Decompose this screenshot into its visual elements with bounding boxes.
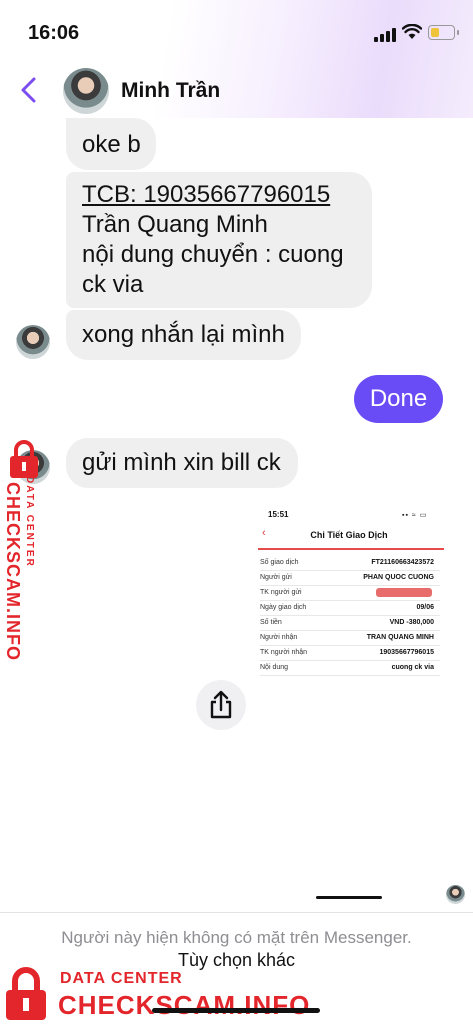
watermark-checkscam: CHECKSCAM.INFO <box>3 482 23 661</box>
receipt-divider <box>258 548 444 550</box>
receipt-row: Số tiền VND -380,000 <box>260 616 440 631</box>
share-button[interactable] <box>196 680 246 730</box>
status-time: 16:06 <box>28 22 80 44</box>
message-bubble[interactable]: xong nhắn lại mình <box>66 310 301 360</box>
message-text: gửi mình xin bill ck <box>82 449 281 476</box>
message-bubble-outgoing[interactable]: Done <box>354 375 443 423</box>
receipt-row: Số giao dịch FT21160663423572 <box>260 556 440 571</box>
message-bubble[interactable]: oke b <box>66 118 156 170</box>
battery-icon <box>428 25 459 40</box>
lock-icon <box>10 440 38 478</box>
message-text: nội dung chuyển : cuong <box>82 241 344 268</box>
receipt-row: Người nhận TRAN QUANG MINH <box>260 631 440 646</box>
avatar <box>16 325 50 359</box>
receipt-image[interactable]: 15:51 ▪▪ ≈ ▭ ‹ Chi Tiết Giao Dịch Số gia… <box>254 504 444 684</box>
cellular-signal-icon <box>374 28 396 42</box>
footer-divider <box>0 912 473 913</box>
message-bubble[interactable]: gửi mình xin bill ck <box>66 438 298 488</box>
receipt-row: Ngày giao dịch 09/06 <box>260 601 440 616</box>
more-options-button[interactable]: Tùy chọn khác <box>0 950 473 971</box>
redaction-mark <box>376 588 432 597</box>
seen-avatar <box>446 885 465 904</box>
avatar[interactable] <box>63 68 109 114</box>
receipt-title: Chi Tiết Giao Dịch <box>310 530 388 540</box>
watermark-data-center: DATA CENTER <box>60 970 183 987</box>
unavailable-notice: Người này hiện không có mặt trên Messeng… <box>61 928 412 947</box>
message-text: ck via <box>82 271 144 298</box>
scroll-indicator <box>316 896 382 899</box>
home-indicator <box>152 1008 320 1013</box>
wifi-icon <box>402 24 422 39</box>
receipt-row: TK người nhận 19035667796015 <box>260 646 440 661</box>
message-text: Trần Quang Minh <box>82 211 268 238</box>
lock-icon <box>6 967 46 1020</box>
watermark-data-center: DATA CENTER <box>24 476 35 568</box>
contact-name[interactable]: Minh Trần <box>121 79 220 103</box>
watermark-checkscam: CHECKSCAM.INFO <box>58 990 311 1020</box>
message-text: oke b <box>82 131 141 158</box>
receipt-status-icons: ▪▪ ≈ ▭ <box>402 512 428 519</box>
share-icon <box>210 690 232 719</box>
receipt-row: TK người gửi <box>260 586 440 601</box>
chevron-left-icon[interactable] <box>18 76 40 104</box>
message-text: TCB: 19035667796015 <box>82 181 331 208</box>
message-text: xong nhắn lại mình <box>82 321 285 348</box>
receipt-row: Nội dung cuong ck via <box>260 661 440 676</box>
message-bubble[interactable]: TCB: 19035667796015 Trần Quang Minh nội … <box>66 172 372 308</box>
receipt-time: 15:51 <box>268 510 289 519</box>
receipt-row: Người gửi PHAN QUOC CUONG <box>260 571 440 586</box>
